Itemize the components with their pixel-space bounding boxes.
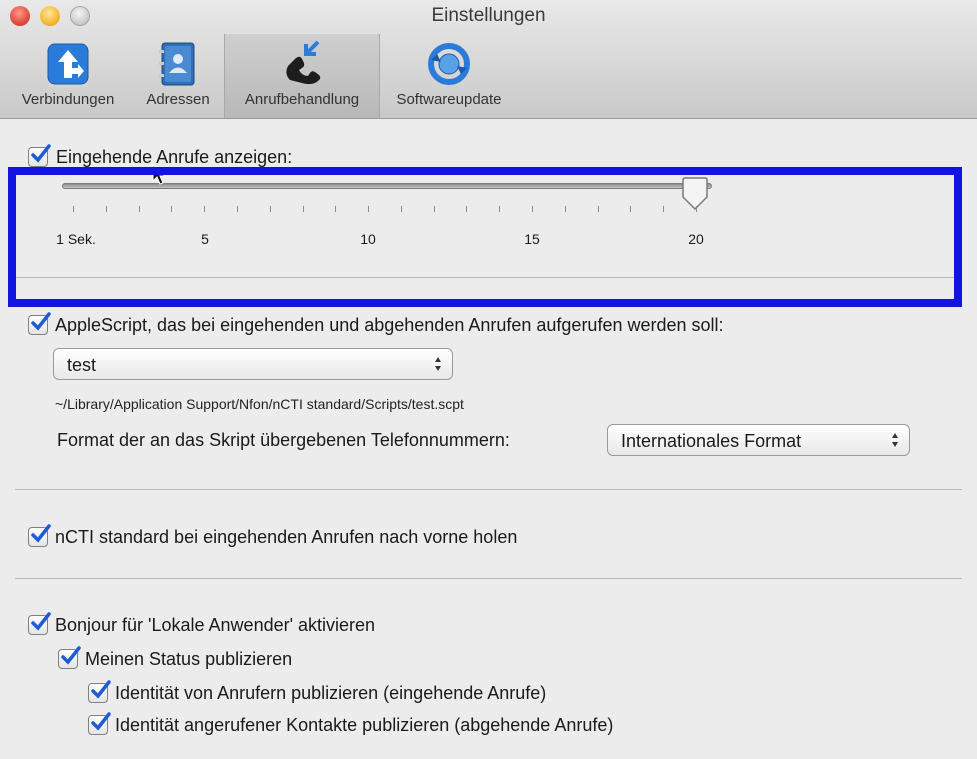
bring-front-checkbox[interactable]	[28, 524, 51, 547]
updown-arrows-icon	[435, 357, 441, 371]
routing-arrows-icon	[47, 43, 89, 85]
tab-softwareupdate[interactable]: Softwareupdate	[384, 34, 514, 118]
publish-status-label: Meinen Status publizieren	[85, 649, 293, 669]
show-incoming-label: Eingehende Anrufe anzeigen:	[56, 147, 293, 167]
checkmark-icon	[31, 312, 51, 331]
slider-tick	[269, 206, 271, 212]
window-titlebar: Einstellungen Verbindungen Adressen Anru…	[0, 0, 977, 119]
tab-verbindungen[interactable]: Verbindungen	[6, 34, 130, 118]
slider-tick	[564, 206, 566, 212]
slider-tick	[630, 206, 632, 212]
tab-label: Anrufbehandlung	[244, 91, 360, 108]
slider-tick	[466, 206, 468, 212]
slider-tick	[73, 206, 74, 212]
tab-label: Verbindungen	[21, 91, 115, 108]
script-select[interactable]: test	[53, 348, 453, 380]
tab-label: Adressen	[146, 91, 210, 108]
slider-tick-label: 5	[201, 231, 209, 247]
display-duration-slider-knob[interactable]	[680, 177, 710, 211]
script-path: ~/Library/Application Support/Nfon/nCTI …	[55, 396, 464, 412]
slider-tick-label: 20	[688, 231, 704, 247]
tab-anrufbehandlung[interactable]: Anrufbehandlung	[224, 34, 380, 118]
slider-tick	[433, 206, 435, 212]
publish-outgoing-label: Identität angerufener Kontakte publizier…	[115, 715, 614, 735]
checkmark-icon	[31, 612, 51, 631]
checkmark-icon	[31, 144, 51, 163]
slider-tick-label: 10	[360, 231, 376, 247]
checkmark-icon	[31, 524, 51, 543]
separator	[15, 489, 962, 490]
separator	[15, 277, 962, 278]
show-incoming-checkbox[interactable]	[28, 144, 51, 167]
preferences-pane: Eingehende Anrufe anzeigen: 1 Sek. 5 10 …	[0, 119, 977, 759]
applescript-label: AppleScript, das bei eingehenden und abg…	[55, 315, 724, 335]
bonjour-label: Bonjour für 'Lokale Anwender' aktivieren	[55, 615, 376, 635]
number-format-label: Format der an das Skript übergebenen Tel…	[57, 430, 510, 450]
mouse-pointer-icon	[152, 164, 167, 185]
publish-status-checkbox[interactable]	[58, 646, 81, 669]
slider-tick	[597, 206, 599, 212]
slider-tick	[400, 206, 402, 212]
checkmark-icon	[91, 680, 111, 699]
slider-tick-label: 1 Sek.	[56, 231, 96, 247]
separator	[15, 578, 962, 579]
slider-tick	[532, 206, 534, 212]
toolbar: Verbindungen Adressen Anrufbehandlung So…	[0, 34, 977, 118]
slider-tick	[335, 206, 337, 212]
slider-tick	[204, 206, 206, 212]
slider-tick	[302, 206, 304, 212]
publish-incoming-label: Identität von Anrufern publizieren (eing…	[115, 683, 547, 703]
publish-incoming-checkbox[interactable]	[88, 680, 111, 703]
phone-call-icon	[286, 40, 321, 85]
slider-tick	[171, 206, 173, 212]
number-format-select-value: Internationales Format	[621, 431, 802, 451]
window-title: Einstellungen	[431, 5, 546, 26]
script-select-value: test	[67, 355, 97, 375]
tab-label: Softwareupdate	[396, 91, 502, 108]
checkmark-icon	[91, 712, 111, 731]
slider-tick	[499, 206, 501, 212]
number-format-select[interactable]: Internationales Format	[607, 424, 910, 456]
bonjour-checkbox[interactable]	[28, 612, 51, 635]
slider-tick	[138, 206, 140, 212]
address-book-icon	[159, 42, 195, 86]
checkmark-icon	[61, 646, 81, 665]
applescript-checkbox[interactable]	[28, 312, 51, 335]
slider-tick	[696, 206, 697, 212]
slider-tick	[105, 206, 107, 212]
slider-tick	[236, 206, 238, 212]
publish-outgoing-checkbox[interactable]	[88, 712, 111, 735]
bring-front-label: nCTI standard bei eingehenden Anrufen na…	[55, 527, 518, 547]
tab-adressen[interactable]: Adressen	[136, 34, 220, 118]
slider-tick	[663, 206, 665, 212]
updown-arrows-icon	[892, 433, 898, 447]
software-update-icon	[428, 43, 470, 85]
slider-tick	[368, 206, 370, 212]
slider-tick-label: 15	[524, 231, 540, 247]
